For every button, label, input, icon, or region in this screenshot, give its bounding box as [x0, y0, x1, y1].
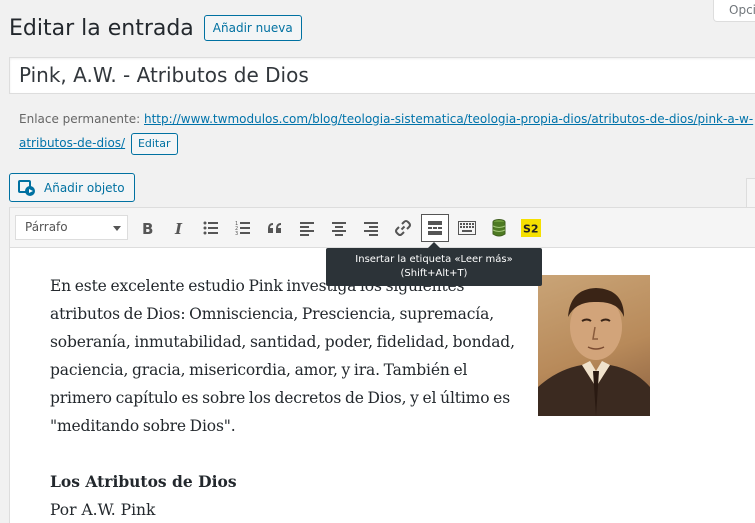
align-center-icon — [332, 222, 346, 236]
permalink-row: Enlace permanente: http://www.twmodulos.… — [19, 107, 755, 155]
numbered-list-icon: 1 2 3 — [235, 221, 250, 236]
editor-tab[interactable] — [746, 178, 755, 208]
italic-button[interactable]: I — [165, 214, 193, 242]
bullet-list-icon — [203, 221, 218, 235]
align-center-button[interactable] — [325, 214, 353, 242]
database-button[interactable] — [485, 214, 513, 242]
svg-text:B: B — [142, 220, 153, 236]
media-icon — [18, 179, 36, 197]
svg-text:I: I — [174, 220, 183, 236]
s2-button[interactable]: S2 — [517, 214, 545, 242]
format-select[interactable]: Párrafo — [15, 215, 128, 240]
page-header: Editar la entrada Añadir nueva — [9, 15, 302, 41]
bullet-list-button[interactable] — [197, 214, 225, 242]
toolbar-toggle-icon — [458, 221, 476, 235]
tooltip-line1: Insertar la etiqueta «Leer más» — [355, 254, 513, 265]
bold-icon: B — [142, 220, 153, 236]
link-icon — [395, 220, 411, 236]
link-button[interactable] — [389, 214, 417, 242]
read-more-tooltip: Insertar la etiqueta «Leer más» (Shift+A… — [326, 242, 542, 286]
read-more-button[interactable] — [421, 214, 449, 242]
tooltip-line2: (Shift+Alt+T) — [400, 268, 468, 279]
italic-icon: I — [174, 220, 183, 236]
author-portrait-image[interactable] — [538, 275, 650, 416]
toolbar-toggle-button[interactable] — [453, 214, 481, 242]
align-left-button[interactable] — [293, 214, 321, 242]
database-icon — [492, 219, 506, 237]
align-right-icon — [364, 222, 378, 236]
edit-slug-button[interactable]: Editar — [130, 132, 178, 155]
blockquote-icon — [268, 223, 281, 233]
add-new-button[interactable]: Añadir nueva — [203, 15, 302, 41]
blockquote-button[interactable] — [261, 214, 289, 242]
screen-options-tab[interactable]: Opciones de pantalla — [713, 0, 755, 22]
content-byline: Por A.W. Pink — [50, 501, 156, 519]
add-media-button[interactable]: Añadir objeto — [9, 173, 135, 202]
bold-button[interactable]: B — [133, 214, 161, 242]
content-paragraph: En este excelente estudio Pink investiga… — [50, 277, 515, 435]
post-title-input[interactable]: Pink, A.W. - Atributos de Dios — [9, 57, 755, 94]
svg-text:S2: S2 — [523, 223, 539, 236]
read-more-icon — [428, 221, 442, 235]
content-heading: Los Atributos de Dios — [50, 472, 237, 491]
svg-text:3: 3 — [235, 231, 238, 236]
permalink-label: Enlace permanente: — [19, 112, 141, 126]
editor-toolbar: Párrafo B I 1 2 3 S2 — [10, 208, 755, 248]
s2-icon: S2 — [521, 219, 541, 237]
align-right-button[interactable] — [357, 214, 385, 242]
align-left-icon — [300, 222, 314, 236]
chevron-down-icon — [113, 226, 121, 231]
numbered-list-button[interactable]: 1 2 3 — [229, 214, 257, 242]
page-title: Editar la entrada — [9, 15, 194, 41]
format-select-value: Párrafo — [25, 220, 68, 234]
add-media-label: Añadir objeto — [44, 180, 125, 195]
